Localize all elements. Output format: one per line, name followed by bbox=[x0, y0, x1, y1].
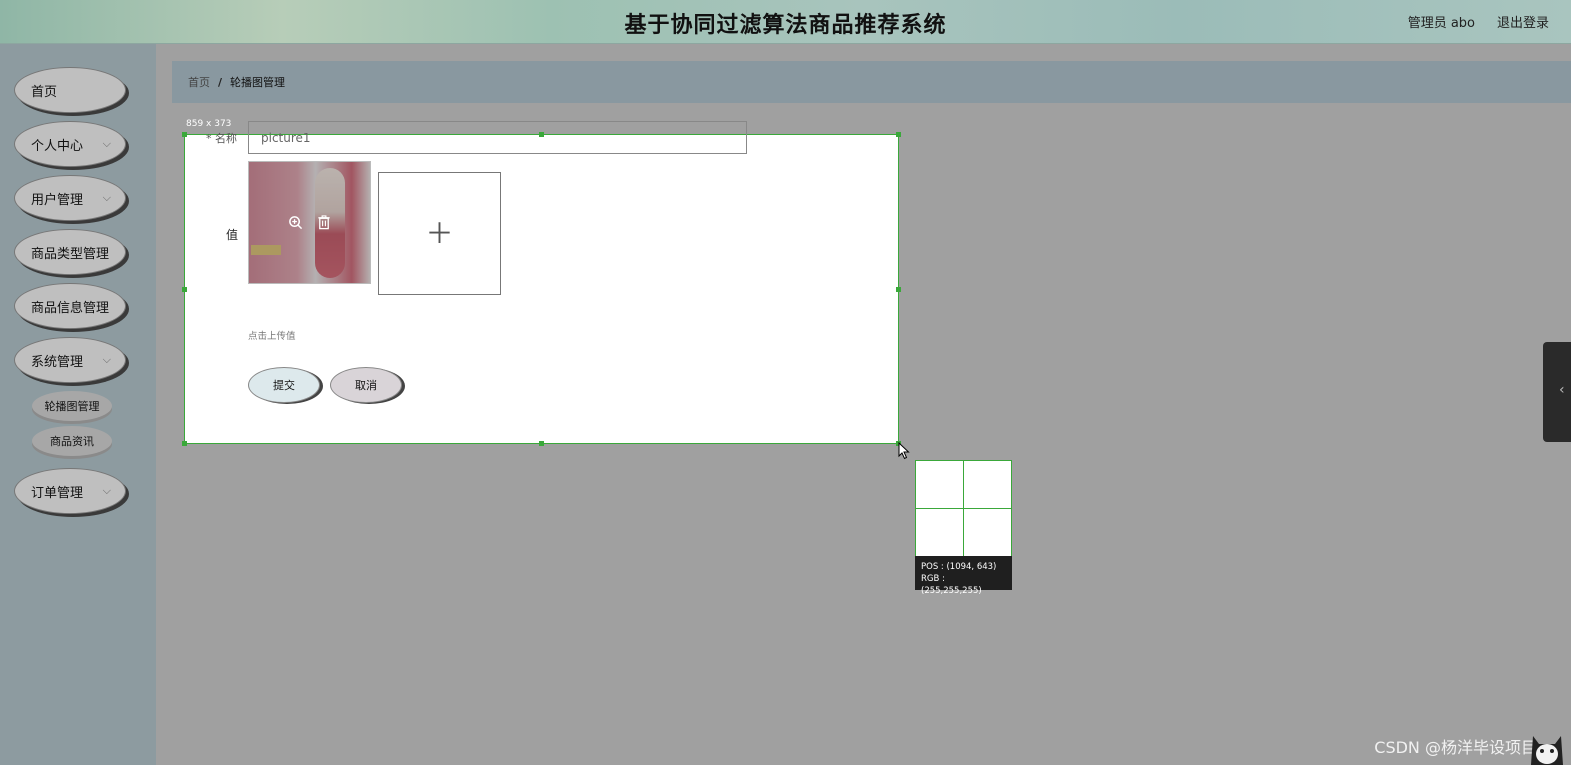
watermark: CSDN @杨洋毕设项目 bbox=[1374, 738, 1537, 757]
selection-size-label: 859 x 373 bbox=[186, 119, 232, 129]
sidebar-subitem-label: 轮播图管理 bbox=[44, 400, 100, 413]
logout-link[interactable]: 退出登录 bbox=[1497, 12, 1549, 31]
chevron-down-icon: ⌵ bbox=[102, 353, 111, 366]
sidebar-item-label: 用户管理 bbox=[31, 192, 84, 208]
sidebar-item-label: 个人中心 bbox=[31, 138, 84, 154]
plus-icon: ＋ bbox=[425, 216, 454, 250]
cursor-color: RGB : (255,255,255) bbox=[921, 574, 982, 596]
resize-handle[interactable] bbox=[539, 441, 544, 446]
sidebar-item-label: 首页 bbox=[31, 84, 58, 100]
pixel-magnifier: POS : (1094, 643) RGB : (255,255,255) bbox=[915, 460, 1012, 596]
uploaded-image-thumbnail bbox=[248, 161, 371, 284]
sidebar-item-product-types[interactable]: 商品类型管理 bbox=[14, 229, 126, 275]
cancel-button[interactable]: 取消 bbox=[330, 367, 402, 403]
magnifier-grid bbox=[915, 460, 1012, 557]
image-upload-button[interactable]: ＋ bbox=[378, 172, 501, 295]
cat-mascot-icon bbox=[1531, 736, 1563, 765]
breadcrumb-current: 轮播图管理 bbox=[230, 76, 286, 89]
magnifier-readout: POS : (1094, 643) RGB : (255,255,255) bbox=[915, 556, 1012, 596]
chevron-left-icon: ‹ bbox=[1559, 382, 1565, 398]
zoom-in-icon[interactable] bbox=[286, 213, 304, 231]
submit-button[interactable]: 提交 bbox=[248, 367, 320, 403]
drawer-toggle[interactable]: ‹ bbox=[1543, 342, 1571, 442]
top-header: 基于协同过滤算法商品推荐系统 管理员 abo 退出登录 bbox=[0, 0, 1571, 44]
sidebar-item-product-info[interactable]: 商品信息管理 bbox=[14, 283, 126, 329]
sidebar-subitem-carousel[interactable]: 轮播图管理 bbox=[32, 391, 112, 421]
breadcrumb: 首页 / 轮播图管理 bbox=[172, 61, 1571, 103]
resize-handle[interactable] bbox=[182, 287, 187, 292]
name-field-label: * 名称 bbox=[206, 132, 237, 145]
trash-icon[interactable] bbox=[315, 213, 333, 231]
sidebar-item-orders[interactable]: 订单管理 ⌵ bbox=[14, 468, 126, 514]
breadcrumb-separator: / bbox=[218, 75, 223, 89]
mouse-cursor-icon bbox=[898, 442, 910, 460]
resize-handle[interactable] bbox=[182, 132, 187, 137]
chevron-down-icon: ⌵ bbox=[102, 191, 111, 204]
chevron-down-icon: ⌵ bbox=[102, 484, 111, 497]
chevron-down-icon: ⌵ bbox=[102, 137, 111, 150]
sidebar-item-users[interactable]: 用户管理 ⌵ bbox=[14, 175, 126, 221]
cursor-position: POS : (1094, 643) bbox=[921, 562, 997, 572]
upload-hint: 点击上传值 bbox=[248, 331, 296, 342]
sidebar-subitem-news[interactable]: 商品资讯 bbox=[32, 426, 112, 456]
resize-handle[interactable] bbox=[896, 287, 901, 292]
breadcrumb-home-link[interactable]: 首页 bbox=[188, 74, 210, 90]
value-field-label: 值 bbox=[226, 228, 239, 242]
sidebar-item-label: 商品信息管理 bbox=[31, 300, 110, 316]
name-field[interactable] bbox=[248, 121, 747, 154]
sidebar-item-label: 订单管理 bbox=[31, 485, 84, 501]
sidebar-item-home[interactable]: 首页 bbox=[14, 67, 126, 113]
sidebar-item-label: 系统管理 bbox=[31, 354, 84, 370]
resize-handle[interactable] bbox=[896, 132, 901, 137]
sidebar-item-system[interactable]: 系统管理 ⌵ bbox=[14, 337, 126, 383]
resize-handle[interactable] bbox=[182, 441, 187, 446]
sidebar-item-profile[interactable]: 个人中心 ⌵ bbox=[14, 121, 126, 167]
sidebar-subitem-label: 商品资讯 bbox=[50, 435, 94, 448]
current-user-label: 管理员 abo bbox=[1407, 16, 1475, 31]
page-title: 基于协同过滤算法商品推荐系统 bbox=[624, 13, 947, 38]
sidebar-item-label: 商品类型管理 bbox=[31, 246, 110, 262]
